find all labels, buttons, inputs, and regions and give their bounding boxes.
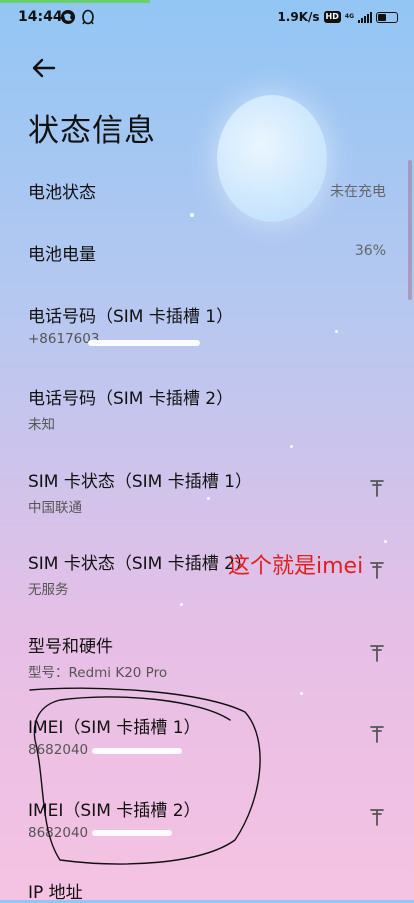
battery-icon bbox=[376, 11, 398, 23]
page-title: 状态信息 bbox=[28, 113, 156, 149]
row-label: IP 地址 bbox=[28, 883, 83, 903]
redaction-mark bbox=[88, 340, 200, 346]
star-decoration bbox=[180, 603, 183, 606]
row-imei-sim2[interactable]: IMEI（SIM 卡插槽 2） 8682040 bbox=[28, 796, 386, 841]
scrollbar[interactable] bbox=[408, 160, 412, 300]
row-battery-level[interactable]: 电池电量 36% bbox=[28, 240, 386, 265]
star-decoration bbox=[300, 692, 303, 695]
row-sim-status-1[interactable]: SIM 卡状态（SIM 卡插槽 1） 中国联通 bbox=[28, 467, 386, 516]
status-time: 14:44 bbox=[18, 9, 63, 25]
row-phone-sim2[interactable]: 电话号码（SIM 卡插槽 2） 未知 bbox=[28, 384, 386, 433]
row-phone-sim1[interactable]: 电话号码（SIM 卡插槽 1） +8617603 bbox=[28, 302, 386, 347]
row-sub: 8682040 bbox=[28, 825, 89, 841]
row-label: IMEI（SIM 卡插槽 2） bbox=[28, 801, 201, 821]
pin-icon[interactable] bbox=[368, 642, 386, 664]
status-bar: 14:44 1.9K/s HD 4G bbox=[0, 0, 414, 36]
row-label: 电池电量 bbox=[28, 245, 96, 265]
hd-badge: HD bbox=[323, 11, 341, 23]
pin-icon[interactable] bbox=[368, 559, 386, 581]
row-imei-sim1[interactable]: IMEI（SIM 卡插槽 1） 8682040 bbox=[28, 713, 386, 758]
back-arrow-icon[interactable] bbox=[28, 52, 62, 86]
globe-icon bbox=[61, 10, 75, 24]
row-model-hardware[interactable]: 型号和硬件 型号：Redmi K20 Pro bbox=[28, 632, 386, 681]
row-label: 电话号码（SIM 卡插槽 1） bbox=[28, 307, 234, 327]
row-sub: 中国联通 bbox=[28, 500, 82, 516]
redaction-mark bbox=[92, 830, 172, 836]
row-label: 电话号码（SIM 卡插槽 2） bbox=[28, 389, 234, 409]
network-speed: 1.9K/s bbox=[277, 10, 320, 24]
row-ip-address[interactable]: IP 地址 bbox=[28, 878, 386, 903]
row-battery-status[interactable]: 电池状态 未在充电 bbox=[28, 178, 386, 203]
star-decoration bbox=[384, 540, 387, 543]
redaction-mark bbox=[92, 748, 182, 754]
annotation-text: 这个就是imei bbox=[228, 554, 364, 579]
row-value: 36% bbox=[354, 243, 386, 259]
star-decoration bbox=[190, 213, 194, 217]
signal-icon bbox=[358, 11, 372, 23]
pin-icon[interactable] bbox=[368, 477, 386, 499]
row-sub: 无服务 bbox=[28, 582, 69, 598]
row-sub: 未知 bbox=[28, 417, 55, 433]
row-sub: +8617603 bbox=[28, 331, 100, 347]
row-sub: 型号：Redmi K20 Pro bbox=[28, 665, 168, 681]
pin-icon[interactable] bbox=[368, 723, 386, 745]
row-label: IMEI（SIM 卡插槽 1） bbox=[28, 718, 201, 738]
status-right: 1.9K/s HD 4G bbox=[277, 10, 398, 24]
qq-icon bbox=[82, 9, 94, 25]
pin-icon[interactable] bbox=[368, 806, 386, 828]
star-decoration bbox=[290, 445, 293, 448]
row-value: 未在充电 bbox=[330, 184, 386, 200]
row-label: 型号和硬件 bbox=[28, 637, 113, 657]
row-sub: 8682040 bbox=[28, 742, 89, 758]
row-label: SIM 卡状态（SIM 卡插槽 1） bbox=[28, 472, 252, 492]
network-type: 4G bbox=[344, 13, 354, 20]
